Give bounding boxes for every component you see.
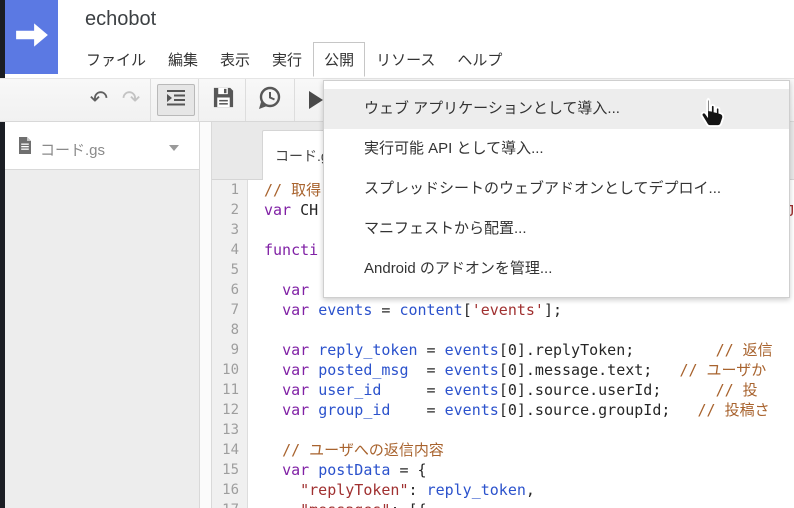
menu-file[interactable]: ファイル [75, 42, 157, 77]
redo-button[interactable]: ↷ [114, 84, 148, 116]
toolbar-separator [294, 79, 295, 121]
undo-icon: ↶ [89, 87, 109, 112]
apps-script-editor-window: echobot ファイル 編集 表示 実行 公開 リソース ヘルプ ↶ ↷ コー… [0, 0, 794, 508]
code-line: var postData = { [282, 461, 427, 479]
menu-help[interactable]: ヘルプ [446, 42, 513, 77]
menu-view[interactable]: 表示 [209, 42, 261, 77]
line-number: 5 [230, 262, 239, 278]
code-line: var events = content['events']; [282, 301, 563, 319]
document-icon [18, 137, 32, 159]
line-number: 16 [222, 482, 239, 498]
line-number: 11 [222, 382, 239, 398]
line-number-gutter: 1234567891011121314151617 [212, 180, 248, 508]
save-icon [212, 86, 235, 114]
menu-item-deploy-sheets-addon[interactable]: スプレッドシートのウェブアドオンとしてデプロイ... [324, 169, 789, 209]
project-title[interactable]: echobot [85, 8, 156, 31]
code-line: "messages": [{ [264, 500, 773, 508]
code-line: var group_id = events[0].source.groupId;… [282, 401, 770, 419]
line-number: 8 [230, 322, 239, 338]
redo-icon: ↷ [121, 87, 141, 112]
toolbar-separator [150, 79, 151, 121]
toolbar-separator [245, 79, 246, 121]
save-button[interactable] [206, 84, 240, 116]
line-number: 15 [222, 462, 239, 478]
line-number: 10 [222, 362, 239, 378]
file-name: コード.gs [40, 142, 106, 159]
indent-button[interactable] [157, 84, 195, 116]
sidebar-background [5, 170, 199, 508]
line-number: 9 [230, 342, 239, 358]
line-number: 13 [222, 422, 239, 438]
menu-resources[interactable]: リソース [365, 42, 446, 77]
toolbar-separator [198, 79, 199, 121]
menu-item-manage-android-addons[interactable]: Android のアドオンを管理... [324, 249, 789, 289]
menubar: ファイル 編集 表示 実行 公開 リソース ヘルプ [75, 42, 513, 77]
sidebar-file-item[interactable]: コード.gs [5, 125, 199, 170]
menu-item-deploy-from-manifest[interactable]: マニフェストから配置... [324, 209, 789, 249]
chevron-down-icon[interactable] [169, 145, 179, 151]
undo-button[interactable]: ↶ [82, 84, 116, 116]
line-number: 2 [230, 202, 239, 218]
play-icon [309, 91, 323, 109]
history-button[interactable] [253, 84, 287, 116]
arrow-right-icon [14, 17, 50, 58]
hand-cursor [698, 96, 725, 132]
line-number: 14 [222, 442, 239, 458]
menu-run[interactable]: 実行 [261, 42, 313, 77]
line-number: 3 [230, 222, 239, 238]
line-number: 4 [230, 242, 239, 258]
line-number: 12 [222, 402, 239, 418]
apps-script-logo [5, 0, 58, 74]
menu-edit[interactable]: 編集 [157, 42, 209, 77]
history-clock-icon [257, 85, 283, 116]
indent-icon [166, 89, 186, 111]
menu-publish[interactable]: 公開 [313, 42, 366, 77]
code-line: var user_id = events[0].source.userId; /… [282, 381, 758, 399]
code-line: var posted_msg = events[0].message.text;… [282, 361, 767, 379]
code-line: // ユーザへの返信内容 [282, 441, 444, 459]
code-line: var reply_token = events[0].replyToken; … [282, 341, 773, 359]
line-number: 6 [230, 282, 239, 298]
line-number: 17 [212, 500, 247, 508]
menu-item-deploy-api[interactable]: 実行可能 API として導入... [324, 129, 789, 169]
line-number: 7 [230, 302, 239, 318]
code-line: "replyToken": reply_token, [300, 481, 535, 499]
line-number: 1 [230, 182, 239, 198]
file-sidebar: コード.gs [5, 122, 200, 508]
sidebar-splitter[interactable] [200, 122, 212, 508]
